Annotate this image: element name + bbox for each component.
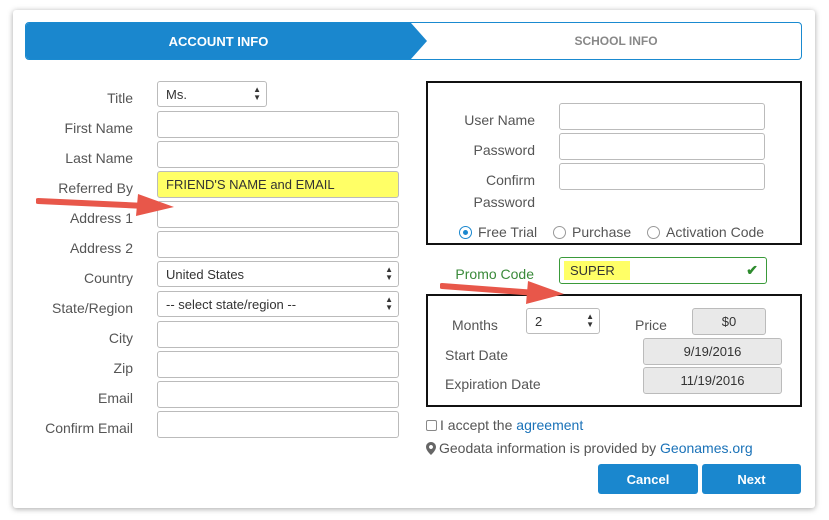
expiration-date-label: Expiration Date — [445, 376, 541, 392]
password-input[interactable] — [559, 133, 765, 160]
agreement-checkbox[interactable] — [426, 419, 437, 431]
annotation-arrow-icon — [36, 194, 174, 216]
city-input[interactable] — [157, 321, 399, 348]
step-account-info[interactable]: ACCOUNT INFO — [26, 23, 411, 59]
radio-purchase-label: Purchase — [572, 224, 632, 240]
promo-code-value: SUPER — [564, 261, 630, 280]
geonames-link[interactable]: Geonames.org — [660, 440, 753, 456]
expiration-date-value: 11/19/2016 — [643, 367, 782, 394]
wizard-steps: ACCOUNT INFO SCHOOL INFO — [25, 22, 802, 60]
agreement-link[interactable]: agreement — [516, 417, 583, 433]
address2-input[interactable] — [157, 231, 399, 258]
cancel-button[interactable]: Cancel — [598, 464, 698, 494]
select-caret-icon: ▲ ▼ — [385, 295, 393, 312]
email-label: Email — [97, 390, 133, 406]
start-date-label: Start Date — [445, 347, 509, 363]
confirm-password-label-line1: Confirm — [485, 172, 535, 188]
price-value: $0 — [692, 308, 766, 335]
radio-unselected-icon — [553, 225, 566, 239]
select-caret-icon: ▲ ▼ — [253, 85, 261, 102]
agreement-row: I accept the agreement — [426, 417, 583, 433]
country-label: Country — [83, 270, 133, 286]
agreement-prefix: I accept the — [440, 417, 513, 433]
radio-activation-code[interactable]: Activation Code — [647, 224, 764, 240]
select-caret-icon: ▲ ▼ — [385, 265, 393, 282]
price-label: Price — [635, 317, 667, 333]
title-value: Ms. — [166, 86, 187, 102]
last-name-input[interactable] — [157, 141, 399, 168]
city-label: City — [108, 330, 133, 346]
months-label: Months — [452, 317, 498, 333]
username-label: User Name — [464, 112, 535, 128]
start-date-value: 9/19/2016 — [643, 338, 782, 365]
referred-by-input[interactable] — [157, 171, 399, 198]
radio-free-trial-label: Free Trial — [478, 224, 538, 240]
address1-input[interactable] — [157, 201, 399, 228]
confirm-email-label: Confirm Email — [45, 420, 133, 436]
radio-purchase[interactable]: Purchase — [553, 224, 631, 240]
zip-label: Zip — [113, 360, 133, 376]
country-value: United States — [166, 266, 245, 282]
check-icon: ✔ — [746, 262, 758, 278]
address2-label: Address 2 — [69, 240, 133, 256]
state-select[interactable]: -- select state/region -- ▲ ▼ — [157, 291, 399, 317]
zip-input[interactable] — [157, 351, 399, 378]
radio-unselected-icon — [647, 225, 660, 239]
first-name-label: First Name — [64, 120, 133, 136]
confirm-password-label-line2: Password — [473, 194, 535, 210]
step-arrow — [411, 23, 427, 59]
password-label: Password — [473, 142, 535, 158]
country-select[interactable]: United States ▲ ▼ — [157, 261, 399, 287]
radio-activation-label: Activation Code — [666, 224, 765, 240]
first-name-input[interactable] — [157, 111, 399, 138]
username-input[interactable] — [559, 103, 765, 130]
confirm-password-input[interactable] — [559, 163, 765, 190]
geodata-text: Geodata information is provided by — [439, 440, 657, 456]
annotation-arrow-icon — [440, 281, 564, 304]
step-school-info[interactable]: SCHOOL INFO — [431, 23, 801, 59]
radio-selected-icon — [459, 225, 472, 239]
promo-code-input[interactable]: SUPER ✔ — [559, 257, 767, 284]
months-value: 2 — [535, 313, 543, 329]
last-name-label: Last Name — [65, 150, 133, 166]
months-select[interactable]: 2 ▲ ▼ — [526, 308, 600, 334]
next-button[interactable]: Next — [702, 464, 801, 494]
geodata-row: Geodata information is provided by Geona… — [426, 440, 753, 456]
map-pin-icon — [426, 441, 436, 455]
title-select[interactable]: Ms. ▲ ▼ — [157, 81, 267, 107]
state-value: -- select state/region -- — [166, 296, 297, 312]
title-label: Title — [107, 90, 133, 106]
select-caret-icon: ▲ ▼ — [586, 312, 594, 329]
confirm-email-input[interactable] — [157, 411, 399, 438]
state-label: State/Region — [52, 300, 133, 316]
email-input[interactable] — [157, 381, 399, 408]
radio-free-trial[interactable]: Free Trial — [459, 224, 537, 240]
